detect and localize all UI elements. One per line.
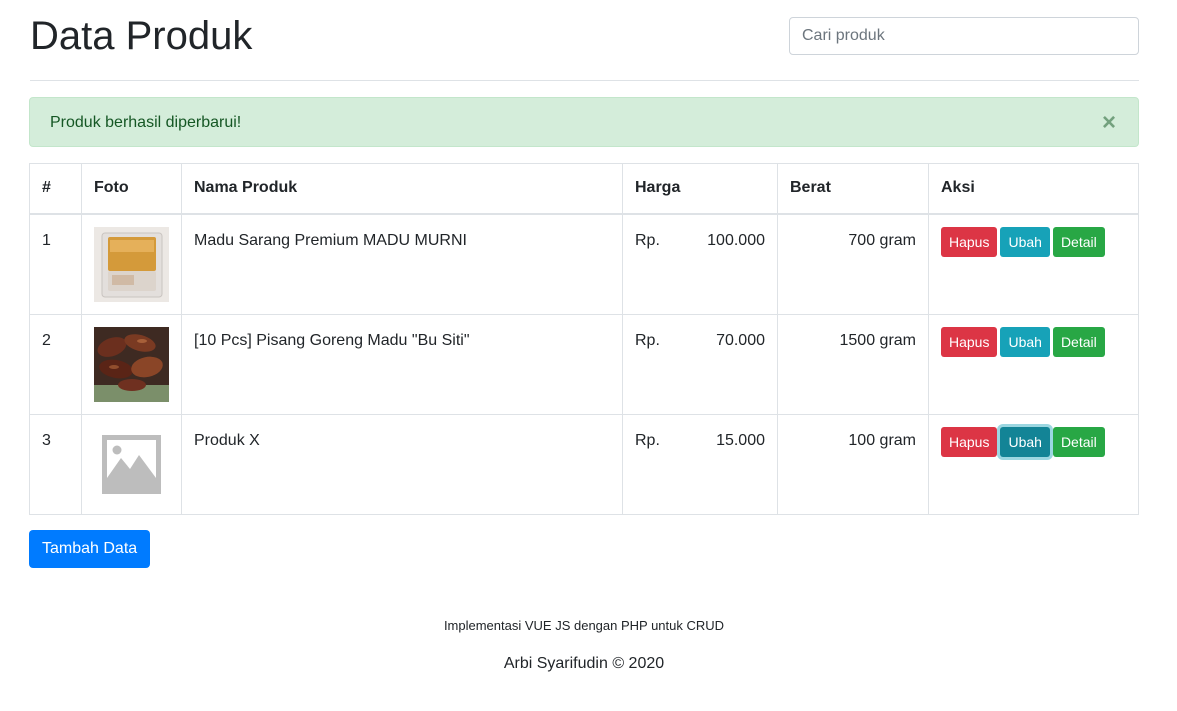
- product-price: Rp. 100.000: [622, 213, 778, 315]
- detail-button[interactable]: Detail: [1052, 326, 1105, 357]
- product-table: # Foto Nama Produk Harga Berat Aksi 1 Ma…: [29, 163, 1139, 515]
- detail-button[interactable]: Detail: [1052, 226, 1105, 257]
- table-row: 1 Madu Sarang Premium MADU MURNI Rp. 100…: [29, 213, 1139, 315]
- footer-credit: Arbi Syarifudin © 2020: [503, 655, 665, 672]
- product-weight: 100 gram: [777, 413, 929, 515]
- add-data-button[interactable]: Tambah Data: [29, 530, 151, 568]
- product-name: Madu Sarang Premium MADU MURNI: [181, 213, 623, 315]
- row-number: 2: [29, 313, 82, 415]
- honeycomb-photo: [94, 226, 169, 302]
- column-header-price: Harga: [622, 163, 778, 215]
- alert-message: Produk berhasil diperbarui!: [50, 114, 242, 131]
- product-weight: 1500 gram: [777, 313, 929, 415]
- price-currency: Rp.: [635, 231, 660, 249]
- table-row: 2 [10 Pcs] Pisang Goreng Madu "Bu Siti" …: [29, 313, 1139, 415]
- price-currency: Rp.: [635, 431, 660, 449]
- column-header-name: Nama Produk: [181, 163, 623, 215]
- row-number: 1: [29, 213, 82, 315]
- table-row: 3 Produk X Rp. 15.000 100 gram Hapus Ubah…: [29, 413, 1139, 515]
- edit-button[interactable]: Ubah: [1000, 426, 1050, 457]
- delete-button[interactable]: Hapus: [941, 226, 998, 257]
- fried-banana-photo: [94, 326, 169, 402]
- row-actions: Hapus Ubah Detail: [928, 213, 1139, 315]
- edit-button[interactable]: Ubah: [1000, 226, 1050, 257]
- row-actions: Hapus Ubah Detail: [928, 313, 1139, 415]
- product-price: Rp. 70.000: [622, 313, 778, 415]
- product-name: [10 Pcs] Pisang Goreng Madu "Bu Siti": [181, 313, 623, 415]
- header-divider: [30, 80, 1139, 81]
- search-input[interactable]: [789, 17, 1139, 55]
- product-photo-cell: [81, 313, 182, 415]
- image-placeholder-icon: [102, 434, 161, 494]
- product-photo-cell: [81, 213, 182, 315]
- column-header-weight: Berat: [777, 163, 929, 215]
- page-title: Data Produk: [30, 14, 253, 58]
- delete-button[interactable]: Hapus: [941, 426, 998, 457]
- price-amount: 100.000: [707, 231, 765, 249]
- product-name: Produk X: [181, 413, 623, 515]
- product-price: Rp. 15.000: [622, 413, 778, 515]
- footer-note: Implementasi VUE JS dengan PHP untuk CRU…: [443, 618, 725, 633]
- row-actions: Hapus Ubah Detail: [928, 413, 1139, 515]
- column-header-photo: Foto: [81, 163, 182, 215]
- row-number: 3: [29, 413, 82, 515]
- delete-button[interactable]: Hapus: [941, 326, 998, 357]
- table-header-row: # Foto Nama Produk Harga Berat Aksi: [29, 163, 1139, 215]
- column-header-number: #: [29, 163, 82, 215]
- column-header-actions: Aksi: [928, 163, 1139, 215]
- product-photo-cell: [81, 413, 182, 515]
- price-currency: Rp.: [635, 331, 660, 349]
- price-amount: 70.000: [716, 331, 765, 349]
- close-icon[interactable]: ×: [1102, 110, 1116, 136]
- product-weight: 700 gram: [777, 213, 929, 315]
- success-alert: Produk berhasil diperbarui! ×: [29, 97, 1139, 147]
- edit-button[interactable]: Ubah: [1000, 326, 1050, 357]
- price-amount: 15.000: [716, 431, 765, 449]
- detail-button[interactable]: Detail: [1052, 426, 1105, 457]
